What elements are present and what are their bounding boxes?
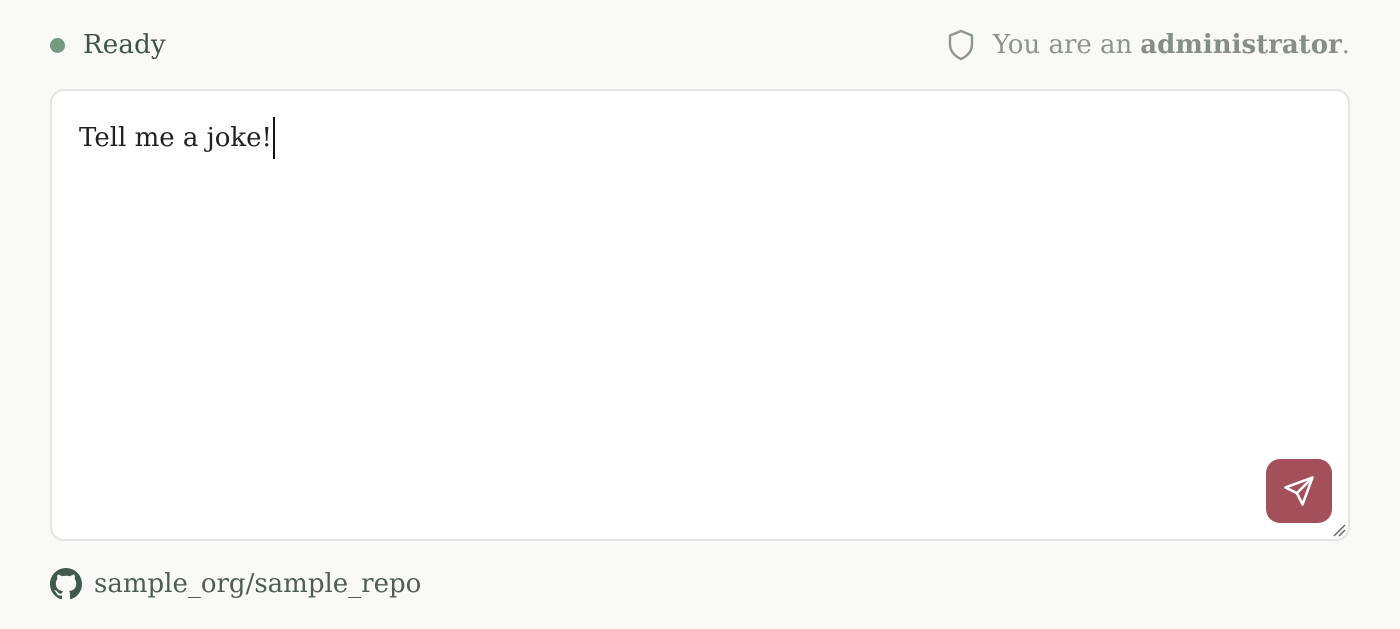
role-info: You are an administrator . — [947, 29, 1350, 61]
status-indicator: Ready — [50, 30, 166, 60]
status-label: Ready — [83, 30, 166, 60]
status-bar: Ready You are an administrator . — [50, 26, 1350, 64]
role-prefix: You are an — [992, 30, 1133, 60]
resize-handle-icon[interactable] — [1332, 523, 1346, 537]
prompt-input[interactable]: Tell me a joke! — [79, 117, 275, 159]
prompt-text: Tell me a joke! — [79, 123, 272, 153]
role-name: administrator — [1140, 30, 1342, 60]
status-dot — [50, 37, 65, 53]
github-icon — [50, 568, 82, 600]
repo-link[interactable]: sample_org/sample_repo — [94, 569, 421, 599]
role-suffix: . — [1341, 30, 1350, 60]
shield-icon — [947, 29, 975, 61]
prompt-editor[interactable]: Tell me a joke! — [50, 89, 1350, 541]
send-button[interactable] — [1266, 459, 1332, 523]
footer: sample_org/sample_repo — [50, 568, 421, 600]
send-icon — [1284, 476, 1314, 506]
text-caret — [272, 117, 275, 159]
